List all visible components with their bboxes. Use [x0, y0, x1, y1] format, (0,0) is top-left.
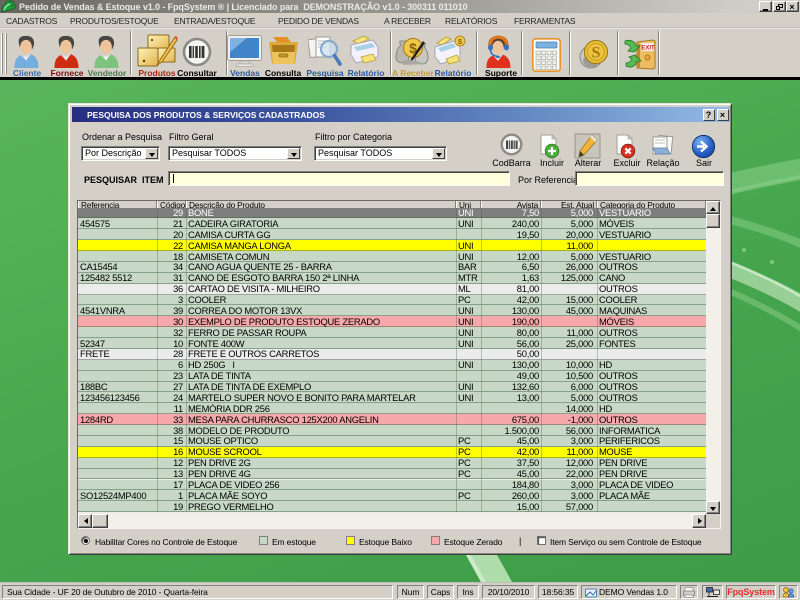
svg-text:EXIT: EXIT [641, 46, 655, 52]
svg-text:S: S [592, 45, 601, 62]
